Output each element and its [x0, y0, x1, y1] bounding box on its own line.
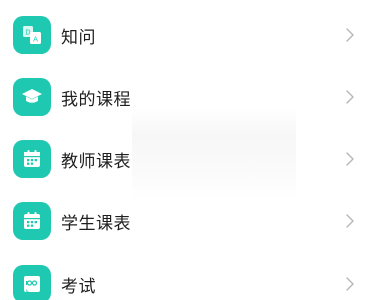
menu-item-teacher-schedule[interactable]: 教师课表: [0, 128, 369, 190]
menu-item-label: 学生课表: [61, 213, 131, 234]
menu-item-my-courses[interactable]: 我的课程: [0, 66, 369, 128]
chevron-right-icon: [345, 90, 355, 104]
menu-item-zhiwen[interactable]: D A 知问: [0, 4, 369, 66]
menu-item-label: 知问: [61, 27, 96, 48]
svg-text:A: A: [33, 36, 38, 44]
graduation-cap-icon: [13, 78, 51, 116]
menu-item-label: 教师课表: [61, 151, 131, 172]
calendar-icon: [13, 202, 51, 240]
menu-item-exam[interactable]: 考试: [0, 253, 369, 300]
menu-item-label: 我的课程: [61, 89, 131, 110]
chevron-right-icon: [345, 152, 355, 166]
menu-list: D A 知问 我的课程 教师课表 学生课表 考试: [0, 0, 369, 300]
menu-item-student-schedule[interactable]: 学生课表: [0, 190, 369, 252]
translate-card-icon: D A: [13, 16, 51, 54]
menu-item-label: 考试: [61, 276, 96, 297]
exam-paper-icon: [13, 265, 51, 300]
svg-text:D: D: [25, 29, 30, 37]
chevron-right-icon: [345, 28, 355, 42]
chevron-right-icon: [345, 214, 355, 228]
chevron-right-icon: [345, 277, 355, 291]
calendar-icon: [13, 140, 51, 178]
